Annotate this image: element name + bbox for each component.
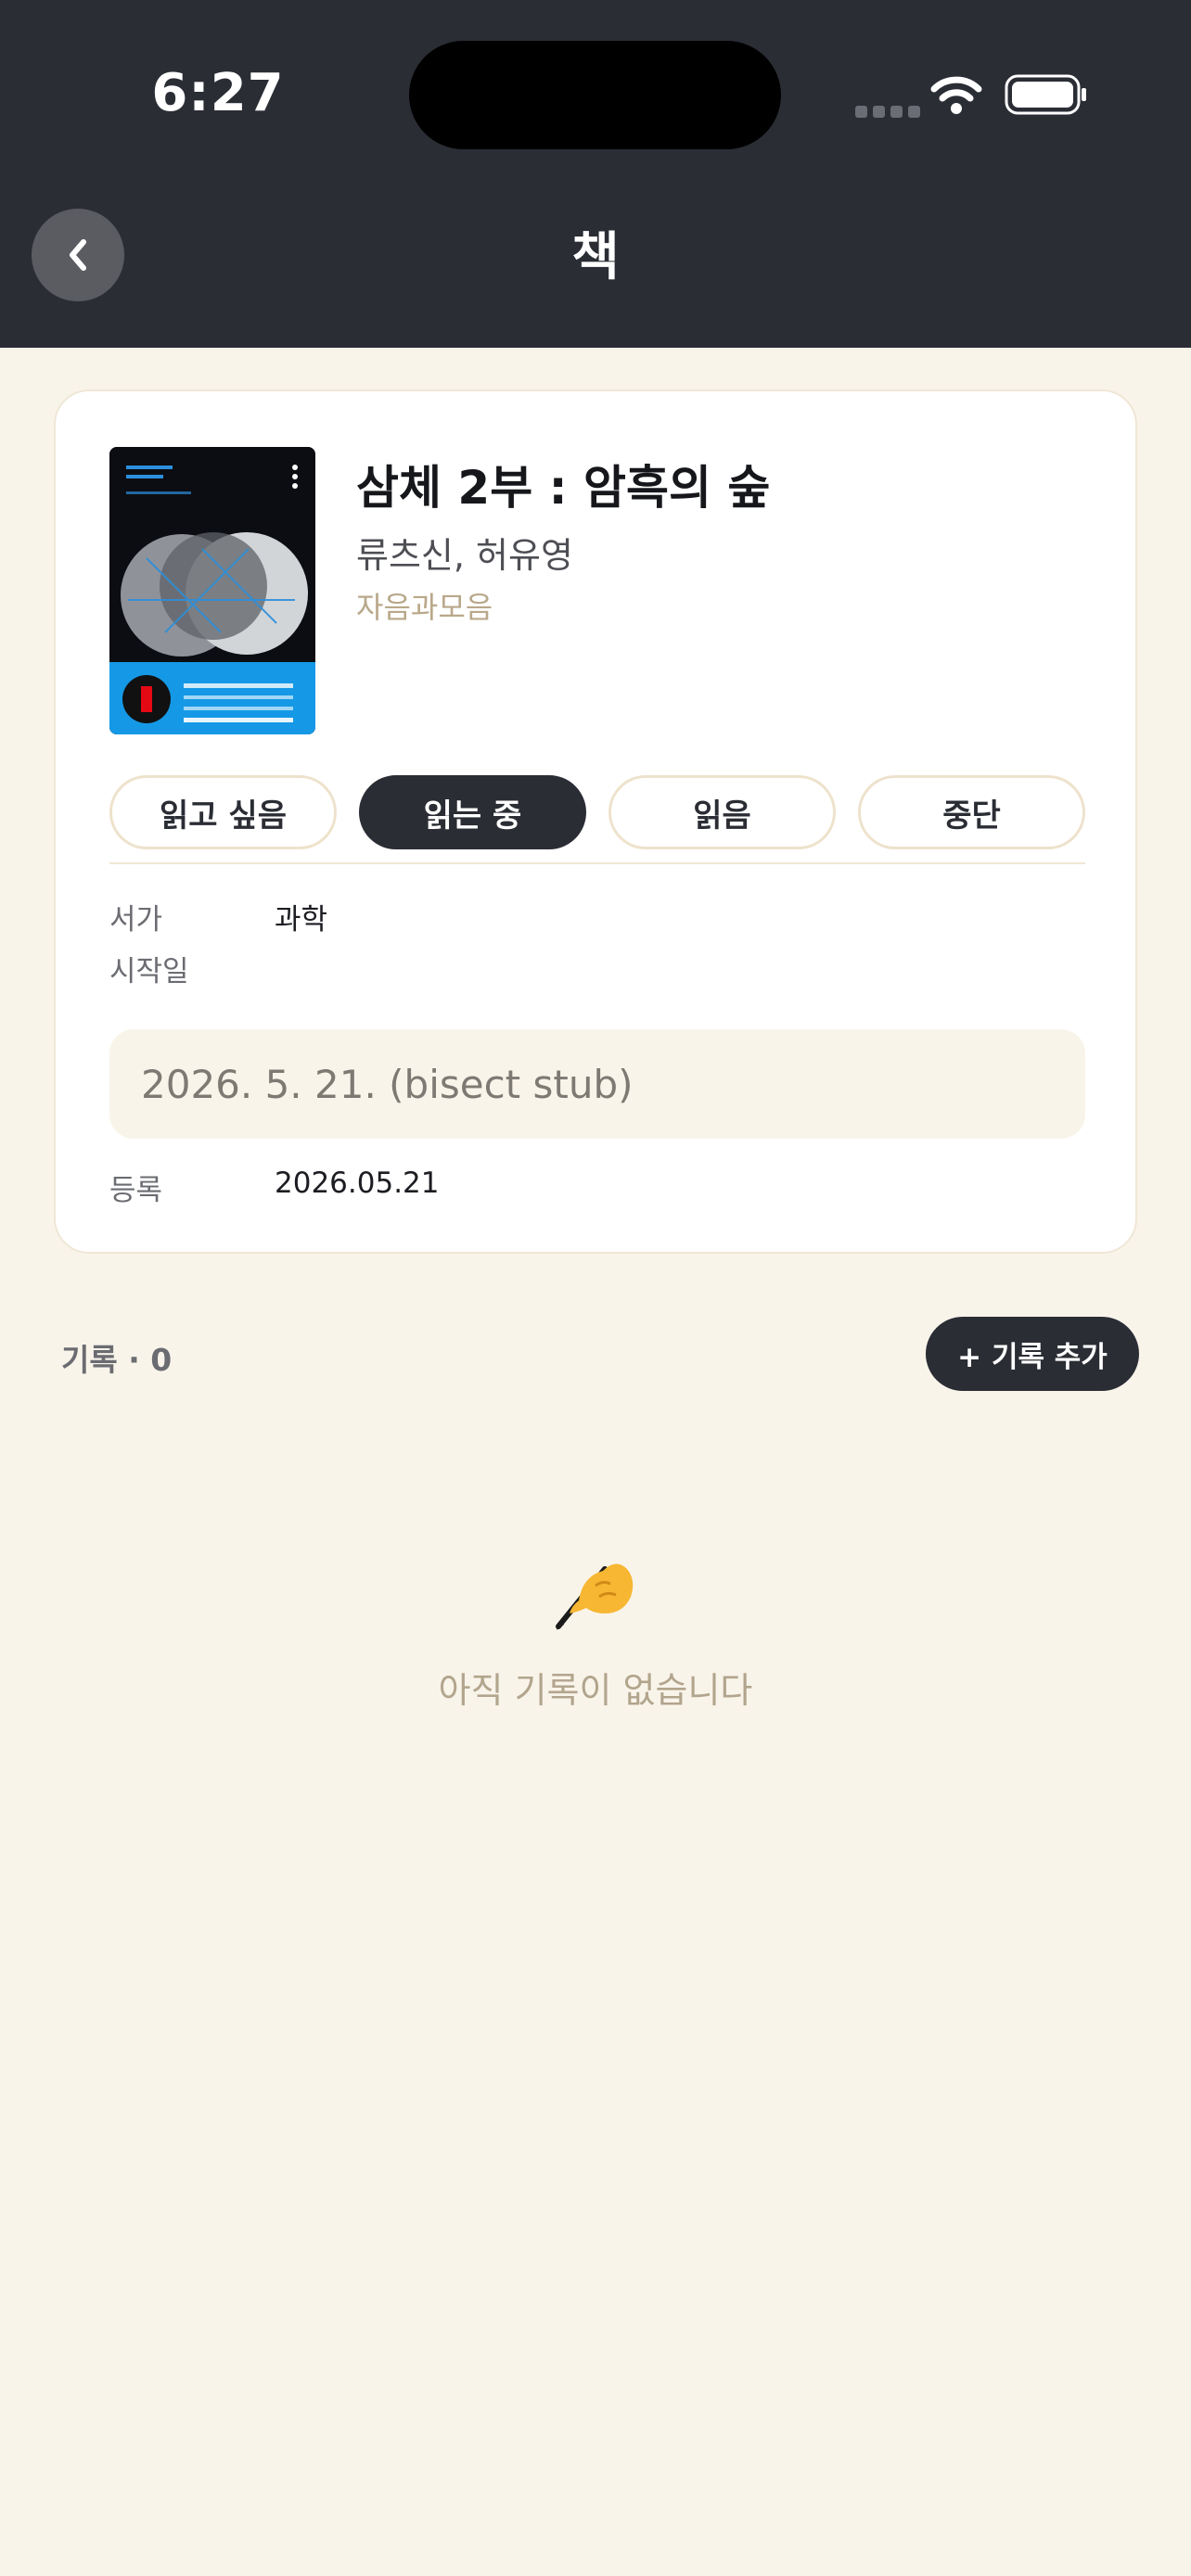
book-detail-card: 삼체 2부 : 암흑의 숲 류츠신, 허유영 자음과모음 읽고 싶음 읽는 중 … — [54, 389, 1137, 1254]
status-reading-button[interactable]: 읽는 중 — [359, 775, 586, 849]
start-date-label: 시작일 — [109, 955, 189, 988]
status-time: 6:27 — [151, 63, 285, 123]
shelf-value[interactable]: 과학 — [275, 896, 327, 937]
registered-value: 2026.05.21 — [275, 1167, 440, 1200]
start-date-field[interactable]: 2026. 5. 21. (bisect stub) — [109, 1029, 1085, 1139]
cellular-signal-icon — [855, 104, 926, 121]
status-want-to-read-button[interactable]: 읽고 싶음 — [109, 775, 337, 849]
reading-status-selector: 읽고 싶음 읽는 중 읽음 중단 — [109, 775, 1085, 853]
divider — [109, 862, 1085, 864]
book-cover-image[interactable] — [109, 447, 315, 734]
app-header: 6:27 책 — [0, 0, 1191, 348]
chevron-left-icon — [70, 239, 86, 271]
battery-icon — [1005, 74, 1088, 119]
back-button[interactable] — [32, 209, 124, 301]
records-count: 기록 · 0 — [61, 1342, 173, 1378]
status-stopped-button[interactable]: 중단 — [858, 775, 1085, 849]
book-title: 삼체 2부 : 암흑의 숲 — [356, 461, 771, 515]
empty-state-text: 아직 기록이 없습니다 — [438, 1670, 753, 1711]
dynamic-island — [409, 41, 781, 149]
status-read-button[interactable]: 읽음 — [608, 775, 836, 849]
add-record-button[interactable]: + 기록 추가 — [926, 1317, 1139, 1391]
book-author: 류츠신, 허유영 — [356, 535, 573, 576]
wifi-icon — [930, 74, 982, 119]
registered-label: 등록 — [109, 1174, 163, 1207]
book-publisher: 자음과모음 — [356, 590, 493, 625]
writing-hand-icon — [551, 1549, 640, 1636]
page-title: 책 — [571, 227, 620, 287]
shelf-label: 서가 — [109, 903, 163, 937]
